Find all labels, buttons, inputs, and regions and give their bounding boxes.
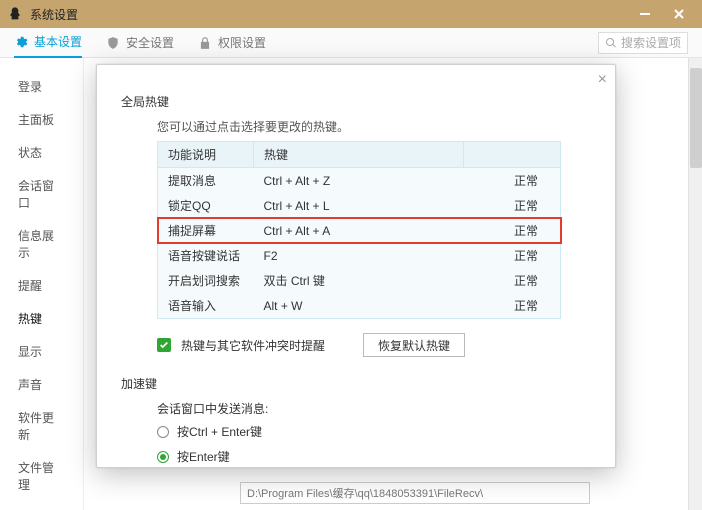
hotkey-func: 语音按键说话: [158, 243, 254, 268]
check-icon: [159, 340, 169, 350]
radio-icon: [157, 426, 169, 438]
radio-ctrl-enter[interactable]: 按Ctrl + Enter键: [157, 423, 591, 440]
radio-enter-label: 按Enter键: [177, 448, 230, 465]
global-hotkey-title: 全局热键: [121, 93, 591, 110]
hotkey-status: 正常: [464, 268, 561, 293]
hotkey-key: Ctrl + Alt + Z: [254, 168, 464, 194]
col-func[interactable]: 功能说明: [158, 142, 254, 168]
hotkey-status: 正常: [464, 218, 561, 243]
send-msg-label: 会话窗口中发送消息:: [157, 400, 591, 417]
top-tabs: 基本设置 安全设置 权限设置 搜索设置项: [0, 28, 702, 58]
hotkey-row[interactable]: 语音输入Alt + W正常: [158, 293, 561, 319]
sidebar-item-infodisp[interactable]: 信息展示: [0, 219, 83, 269]
radio-icon: [157, 451, 169, 463]
hotkey-func: 捕捉屏幕: [158, 218, 254, 243]
close-icon: [673, 8, 685, 20]
col-key[interactable]: 热键: [254, 142, 464, 168]
minimize-icon: [639, 8, 651, 20]
gear-icon: [14, 35, 28, 49]
accel-title: 加速键: [121, 375, 591, 392]
file-path-value: D:\Program Files\缓存\qq\1848053391\FileRe…: [247, 485, 483, 501]
hotkey-status: 正常: [464, 243, 561, 268]
radio-ctrl-enter-label: 按Ctrl + Enter键: [177, 423, 262, 440]
shield-icon: [106, 36, 120, 50]
radio-enter[interactable]: 按Enter键: [157, 448, 591, 465]
tab-basic-label: 基本设置: [34, 33, 82, 50]
sidebar-item-mainpanel[interactable]: 主面板: [0, 103, 83, 136]
scrollbar-thumb[interactable]: [690, 68, 702, 168]
hotkey-func: 锁定QQ: [158, 193, 254, 218]
search-placeholder: 搜索设置项: [621, 34, 681, 51]
hotkey-key: Alt + W: [254, 293, 464, 319]
conflict-label: 热键与其它软件冲突时提醒: [181, 337, 325, 354]
window-title: 系统设置: [30, 6, 78, 23]
global-hotkey-desc: 您可以通过点击选择要更改的热键。: [157, 118, 591, 135]
hotkey-status: 正常: [464, 293, 561, 319]
hotkey-status: 正常: [464, 168, 561, 194]
sidebar-item-files[interactable]: 文件管理: [0, 451, 83, 501]
titlebar: 系统设置: [0, 0, 702, 28]
close-button[interactable]: [662, 0, 696, 28]
search-icon: [605, 37, 617, 49]
minimize-button[interactable]: [628, 0, 662, 28]
hotkey-func: 开启划词搜索: [158, 268, 254, 293]
col-stat[interactable]: [464, 142, 561, 168]
sidebar-item-status[interactable]: 状态: [0, 136, 83, 169]
search-input[interactable]: 搜索设置项: [598, 32, 688, 54]
hotkey-key: Ctrl + Alt + A: [254, 218, 464, 243]
hotkey-row[interactable]: 开启划词搜索双击 Ctrl 键正常: [158, 268, 561, 293]
hotkey-key: 双击 Ctrl 键: [254, 268, 464, 293]
tab-security-label: 安全设置: [126, 34, 174, 51]
hotkey-status: 正常: [464, 193, 561, 218]
hotkey-row[interactable]: 捕捉屏幕Ctrl + Alt + A正常: [158, 218, 561, 243]
penguin-icon: [6, 5, 24, 23]
sidebar-item-login[interactable]: 登录: [0, 70, 83, 103]
tab-security[interactable]: 安全设置: [106, 28, 174, 58]
sidebar-item-update[interactable]: 软件更新: [0, 401, 83, 451]
hotkey-table: 功能说明 热键 提取消息Ctrl + Alt + Z正常锁定QQCtrl + A…: [157, 141, 561, 319]
sidebar-item-alert[interactable]: 提醒: [0, 269, 83, 302]
hotkey-func: 语音输入: [158, 293, 254, 319]
tab-privacy[interactable]: 权限设置: [198, 28, 266, 58]
conflict-checkbox[interactable]: [157, 338, 171, 352]
hotkey-key: Ctrl + Alt + L: [254, 193, 464, 218]
hotkey-row[interactable]: 提取消息Ctrl + Alt + Z正常: [158, 168, 561, 194]
hotkey-func: 提取消息: [158, 168, 254, 194]
hotkey-key: F2: [254, 243, 464, 268]
panel-close-button[interactable]: ×: [598, 71, 607, 89]
sidebar: 登录 主面板 状态 会话窗口 信息展示 提醒 热键 显示 声音 软件更新 文件管…: [0, 58, 84, 510]
file-path-input[interactable]: D:\Program Files\缓存\qq\1848053391\FileRe…: [240, 482, 590, 504]
hotkey-panel: × 全局热键 您可以通过点击选择要更改的热键。 功能说明 热键 提取消息Ctrl…: [96, 64, 616, 468]
tab-privacy-label: 权限设置: [218, 34, 266, 51]
lock-icon: [198, 36, 212, 50]
restore-default-button[interactable]: 恢复默认热键: [363, 333, 465, 357]
hotkey-row[interactable]: 锁定QQCtrl + Alt + L正常: [158, 193, 561, 218]
sidebar-item-sound[interactable]: 声音: [0, 368, 83, 401]
sidebar-item-display[interactable]: 显示: [0, 335, 83, 368]
sidebar-item-chatwin[interactable]: 会话窗口: [0, 169, 83, 219]
tab-basic[interactable]: 基本设置: [14, 28, 82, 58]
scrollbar[interactable]: [688, 58, 702, 510]
sidebar-item-hotkey[interactable]: 热键: [0, 302, 83, 335]
hotkey-row[interactable]: 语音按键说话F2正常: [158, 243, 561, 268]
